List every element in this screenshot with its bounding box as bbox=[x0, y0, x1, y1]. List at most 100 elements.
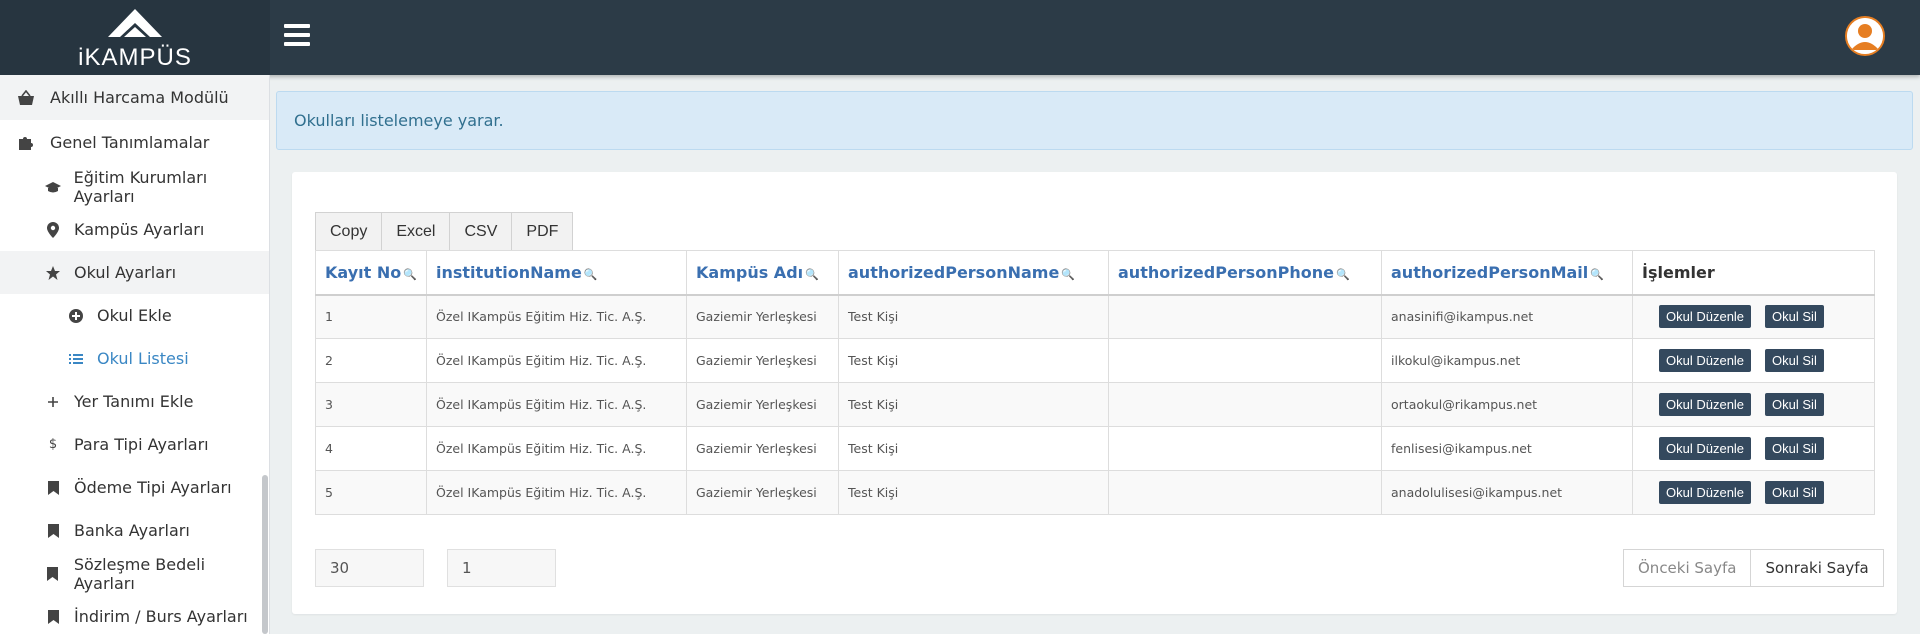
cell-actions: Okul Düzenle Okul Sil bbox=[1632, 382, 1875, 427]
export-buttons: Copy Excel CSV PDF bbox=[315, 212, 574, 251]
sidebar-item-indirim-burs[interactable]: İndirim / Burs Ayarları bbox=[0, 595, 269, 634]
page-number-input[interactable] bbox=[447, 549, 556, 587]
cell-phone bbox=[1108, 426, 1382, 471]
sidebar-item-sozlesme-bedeli[interactable]: Sözleşme Bedeli Ayarları bbox=[0, 552, 269, 595]
cell-campus: Gaziemir Yerleşkesi bbox=[686, 382, 839, 427]
column-header-person-mail[interactable]: authorizedPersonMail 🔍 bbox=[1381, 250, 1633, 296]
user-icon bbox=[1847, 18, 1883, 54]
search-icon: 🔍 bbox=[1335, 267, 1350, 281]
column-header-kampus-adi[interactable]: Kampüs Adı 🔍 bbox=[686, 250, 839, 296]
table-row: 3 Özel IKampüs Eğitim Hiz. Tic. A.Ş. Gaz… bbox=[315, 382, 1875, 427]
cell-person: Test Kişi bbox=[838, 382, 1109, 427]
sidebar-item-yer-tanimi-ekle[interactable]: Yer Tanımı Ekle bbox=[0, 380, 269, 423]
cell-id: 1 bbox=[315, 294, 427, 339]
table-row: 2 Özel IKampüs Eğitim Hiz. Tic. A.Ş. Gaz… bbox=[315, 338, 1875, 383]
delete-school-button[interactable]: Okul Sil bbox=[1765, 349, 1824, 372]
info-alert: Okulları listelemeye yarar. bbox=[276, 91, 1913, 150]
table-row: 1 Özel IKampüs Eğitim Hiz. Tic. A.Ş. Gaz… bbox=[315, 294, 1875, 339]
sidebar: Akıllı Harcama Modülü Genel Tanımlamalar… bbox=[0, 75, 270, 634]
cell-mail: anadolulisesi@ikampus.net bbox=[1381, 470, 1633, 515]
search-icon: 🔍 bbox=[403, 267, 417, 281]
menu-toggle-icon[interactable] bbox=[284, 24, 310, 46]
cell-campus: Gaziemir Yerleşkesi bbox=[686, 294, 839, 339]
info-alert-text: Okulları listelemeye yarar. bbox=[294, 111, 504, 130]
delete-school-button[interactable]: Okul Sil bbox=[1765, 481, 1824, 504]
cell-person: Test Kişi bbox=[838, 470, 1109, 515]
sidebar-item-okul-ekle[interactable]: Okul Ekle bbox=[0, 294, 269, 337]
cell-person: Test Kişi bbox=[838, 294, 1109, 339]
previous-page-button[interactable]: Önceki Sayfa bbox=[1623, 549, 1752, 587]
cell-phone bbox=[1108, 470, 1382, 515]
sidebar-item-label: Okul Ekle bbox=[97, 306, 172, 325]
cell-institution: Özel IKampüs Eğitim Hiz. Tic. A.Ş. bbox=[426, 470, 687, 515]
cell-phone bbox=[1108, 382, 1382, 427]
delete-school-button[interactable]: Okul Sil bbox=[1765, 393, 1824, 416]
edit-school-button[interactable]: Okul Düzenle bbox=[1659, 393, 1752, 416]
edit-school-button[interactable]: Okul Düzenle bbox=[1659, 349, 1752, 372]
edit-school-button[interactable]: Okul Düzenle bbox=[1659, 481, 1752, 504]
cell-campus: Gaziemir Yerleşkesi bbox=[686, 338, 839, 383]
column-header-person-phone[interactable]: authorizedPersonPhone 🔍 bbox=[1108, 250, 1382, 296]
csv-button[interactable]: CSV bbox=[449, 212, 513, 251]
sidebar-item-banka-ayarlari[interactable]: Banka Ayarları bbox=[0, 509, 269, 552]
edit-school-button[interactable]: Okul Düzenle bbox=[1659, 437, 1752, 460]
cell-actions: Okul Düzenle Okul Sil bbox=[1632, 426, 1875, 471]
cell-institution: Özel IKampüs Eğitim Hiz. Tic. A.Ş. bbox=[426, 382, 687, 427]
brand-logo[interactable]: iKAMPÜS bbox=[0, 0, 270, 75]
sidebar-item-okul-ayarlari[interactable]: Okul Ayarları bbox=[0, 251, 269, 294]
cell-person: Test Kişi bbox=[838, 426, 1109, 471]
excel-button[interactable]: Excel bbox=[381, 212, 451, 251]
sidebar-item-genel-tanimlamalar[interactable]: Genel Tanımlamalar bbox=[0, 120, 269, 165]
cell-id: 4 bbox=[315, 426, 427, 471]
dollar-icon: $ bbox=[48, 437, 58, 452]
cell-mail: fenlisesi@ikampus.net bbox=[1381, 426, 1633, 471]
sidebar-item-label: Genel Tanımlamalar bbox=[50, 133, 210, 152]
sidebar-item-label: Okul Listesi bbox=[97, 349, 189, 368]
sidebar-scrollbar[interactable] bbox=[262, 475, 268, 634]
basket-icon bbox=[16, 89, 36, 107]
cell-institution: Özel IKampüs Eğitim Hiz. Tic. A.Ş. bbox=[426, 426, 687, 471]
sidebar-item-kampus-ayarlari[interactable]: Kampüs Ayarları bbox=[0, 208, 269, 251]
cell-campus: Gaziemir Yerleşkesi bbox=[686, 426, 839, 471]
list-icon bbox=[67, 350, 85, 368]
column-header-institution-name[interactable]: institutionName 🔍 bbox=[426, 250, 687, 296]
page-size-input[interactable] bbox=[315, 549, 424, 587]
column-header-islemler: İşlemler bbox=[1632, 250, 1875, 296]
bookmark-icon bbox=[44, 479, 62, 497]
star-icon bbox=[44, 264, 62, 282]
map-pin-icon bbox=[44, 221, 62, 239]
cell-person: Test Kişi bbox=[838, 338, 1109, 383]
next-page-button[interactable]: Sonraki Sayfa bbox=[1750, 549, 1884, 587]
column-header-person-name[interactable]: authorizedPersonName 🔍 bbox=[838, 250, 1109, 296]
sidebar-item-okul-listesi[interactable]: Okul Listesi bbox=[0, 337, 269, 380]
pdf-button[interactable]: PDF bbox=[511, 212, 574, 251]
sidebar-item-label: Banka Ayarları bbox=[74, 521, 190, 540]
column-header-kayit-no[interactable]: Kayıt No 🔍 bbox=[315, 250, 427, 296]
bookmark-icon bbox=[44, 522, 62, 540]
sidebar-item-egitim-kurumlari[interactable]: Eğitim Kurumları Ayarları bbox=[0, 165, 269, 208]
sidebar-item-akilli-harcama[interactable]: Akıllı Harcama Modülü bbox=[0, 75, 269, 120]
cell-mail: ortaokul@rikampus.net bbox=[1381, 382, 1633, 427]
cell-institution: Özel IKampüs Eğitim Hiz. Tic. A.Ş. bbox=[426, 294, 687, 339]
sidebar-item-para-tipi[interactable]: $ Para Tipi Ayarları bbox=[0, 423, 269, 466]
edit-school-button[interactable]: Okul Düzenle bbox=[1659, 305, 1752, 329]
sidebar-item-label: Ödeme Tipi Ayarları bbox=[74, 478, 232, 497]
user-avatar[interactable] bbox=[1845, 16, 1885, 56]
table-row: 4 Özel IKampüs Eğitim Hiz. Tic. A.Ş. Gaz… bbox=[315, 426, 1875, 471]
cell-phone bbox=[1108, 294, 1382, 339]
delete-school-button[interactable]: Okul Sil bbox=[1765, 437, 1824, 460]
delete-school-button[interactable]: Okul Sil bbox=[1765, 305, 1824, 329]
table-row: 5 Özel IKampüs Eğitim Hiz. Tic. A.Ş. Gaz… bbox=[315, 470, 1875, 515]
cell-id: 5 bbox=[315, 470, 427, 515]
cell-actions: Okul Düzenle Okul Sil bbox=[1632, 294, 1875, 339]
cell-id: 2 bbox=[315, 338, 427, 383]
search-icon: 🔍 bbox=[1061, 267, 1075, 281]
sidebar-item-odeme-tipi[interactable]: Ödeme Tipi Ayarları bbox=[0, 466, 269, 509]
plus-icon bbox=[44, 393, 62, 411]
copy-button[interactable]: Copy bbox=[315, 212, 383, 251]
cell-mail: ilkokul@ikampus.net bbox=[1381, 338, 1633, 383]
bookmark-icon bbox=[44, 608, 62, 626]
sidebar-item-label: Sözleşme Bedeli Ayarları bbox=[73, 554, 206, 593]
cell-id: 3 bbox=[315, 382, 427, 427]
cell-actions: Okul Düzenle Okul Sil bbox=[1632, 470, 1875, 515]
